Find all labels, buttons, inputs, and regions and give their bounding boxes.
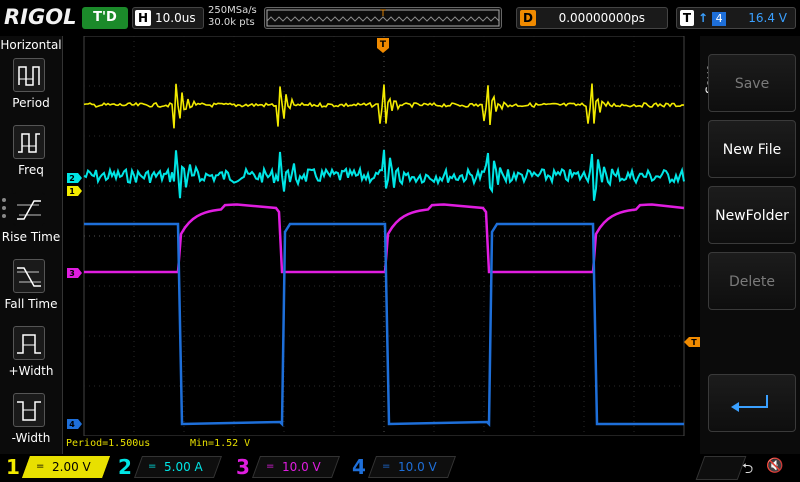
channel-2-coupling: = — [148, 461, 157, 472]
negative-width-icon — [13, 393, 45, 427]
waveform-display[interactable]: T T 2 1 3 4 — [62, 36, 700, 436]
timebase-box[interactable]: H 10.0us — [132, 7, 204, 29]
trigger-source: 4 — [712, 12, 727, 26]
menu-label-freq: Freq — [18, 163, 44, 177]
delay-key: D — [520, 10, 536, 26]
trigger-position-marker[interactable]: T — [377, 38, 389, 53]
overview-graph: T — [266, 9, 500, 27]
menu-title: Horizontal — [0, 38, 62, 52]
menu-label-fall-time: Fall Time — [4, 297, 58, 311]
usb-icon: ⮌ — [742, 461, 754, 477]
brand-logo: RIGOL — [4, 5, 77, 29]
menu-item-rise-time[interactable]: Rise Time — [0, 192, 62, 256]
channel-4-coupling: = — [382, 461, 391, 472]
waveform-overview[interactable]: T — [264, 7, 502, 29]
channel-4-scale: 10.0 V — [398, 460, 437, 474]
run-state-badge[interactable]: T'D — [82, 7, 128, 29]
channel-3-coupling: = — [266, 461, 275, 472]
timebase-key: H — [135, 10, 151, 26]
channel-3-status[interactable]: 3 = 10.0 V — [236, 455, 341, 479]
menu-label-negative-width: -Width — [11, 431, 51, 445]
channel-status-bar: 1 = 2.00 V 2 = 5.00 A 3 = 10.0 V 4 = 10.… — [0, 454, 800, 480]
channel-3-number: 3 — [236, 455, 250, 479]
return-arrow-icon — [731, 395, 768, 412]
menu-label-rise-time: Rise Time — [1, 230, 61, 244]
top-status-bar: RIGOL T'D H 10.0us 250MSa/s 30.0k pts T D… — [0, 0, 800, 36]
trigger-key: T — [680, 10, 694, 26]
svg-text:4: 4 — [69, 420, 75, 429]
ch2-waveform — [83, 149, 685, 201]
channel-1-scale: 2.00 V — [52, 460, 91, 474]
channel-1-status[interactable]: 1 = 2.00 V — [6, 455, 111, 479]
channel-4-number: 4 — [352, 455, 366, 479]
rise-time-icon — [13, 192, 45, 226]
overview-trigger-marker: T — [379, 9, 386, 19]
measurement-min: Min=1.52 V — [190, 438, 251, 449]
ch2-offset-marker[interactable]: 2 — [67, 173, 82, 183]
svg-text:1: 1 — [69, 187, 75, 196]
menu-item-period[interactable]: Period — [0, 58, 62, 122]
return-button[interactable] — [708, 374, 796, 432]
trigger-level-marker[interactable]: T — [684, 337, 700, 347]
menu-item-freq[interactable]: Freq — [0, 125, 62, 189]
ch4-offset-marker[interactable]: 4 — [67, 419, 82, 429]
notification-area — [695, 456, 747, 480]
new-file-button[interactable]: New File — [708, 120, 796, 178]
ch3-offset-marker[interactable]: 3 — [67, 268, 82, 278]
menu-item-negative-width[interactable]: -Width — [0, 393, 62, 457]
delay-value: 0.00000000ps — [558, 11, 645, 25]
memory-depth: 30.0k pts — [208, 17, 255, 28]
delete-button[interactable]: Delete — [708, 252, 796, 310]
menu-label-positive-width: +Width — [8, 364, 54, 378]
period-icon — [13, 58, 45, 92]
waveform-canvas: T T 2 1 3 4 — [67, 36, 700, 436]
trigger-box[interactable]: T ↑ 4 16.4 V — [676, 7, 796, 29]
channel-2-number: 2 — [118, 455, 132, 479]
save-button[interactable]: Save — [708, 54, 796, 112]
acquisition-info: 250MSa/s 30.0k pts — [208, 5, 257, 29]
svg-text:T: T — [380, 40, 387, 50]
fall-time-icon — [13, 259, 45, 293]
save-softkey-menu: Save Save New File NewFolder Delete — [700, 36, 800, 454]
new-folder-button[interactable]: NewFolder — [708, 186, 796, 244]
ch1-offset-marker[interactable]: 1 — [67, 186, 82, 196]
channel-1-number: 1 — [6, 455, 20, 479]
timebase-value: 10.0us — [155, 11, 196, 25]
delay-box[interactable]: D 0.00000000ps — [516, 7, 668, 29]
channel-2-status[interactable]: 2 = 5.00 A — [118, 455, 223, 479]
sample-rate: 250MSa/s — [208, 5, 257, 16]
rising-edge-icon: ↑ — [698, 11, 709, 25]
svg-text:3: 3 — [69, 269, 75, 278]
positive-width-icon — [13, 326, 45, 360]
channel-3-scale: 10.0 V — [282, 460, 321, 474]
horizontal-measure-menu: Horizontal Period Freq Rise Time Fall Ti… — [0, 36, 63, 454]
menu-label-period: Period — [12, 96, 50, 110]
trigger-level: 16.4 V — [748, 11, 787, 25]
menu-item-fall-time[interactable]: Fall Time — [0, 259, 62, 323]
waveform-traces — [83, 83, 685, 427]
ch4-waveform — [84, 222, 684, 427]
channel-4-status[interactable]: 4 = 10.0 V — [352, 455, 457, 479]
speaker-muted-icon[interactable]: 🔇 — [766, 458, 783, 474]
channel-1-coupling: = — [36, 461, 45, 472]
measurement-period: Period=1.500us — [66, 438, 151, 449]
svg-text:2: 2 — [69, 174, 75, 183]
channel-2-scale: 5.00 A — [164, 460, 203, 474]
menu-item-positive-width[interactable]: +Width — [0, 326, 62, 390]
svg-text:T: T — [691, 338, 697, 347]
frequency-icon — [13, 125, 45, 159]
